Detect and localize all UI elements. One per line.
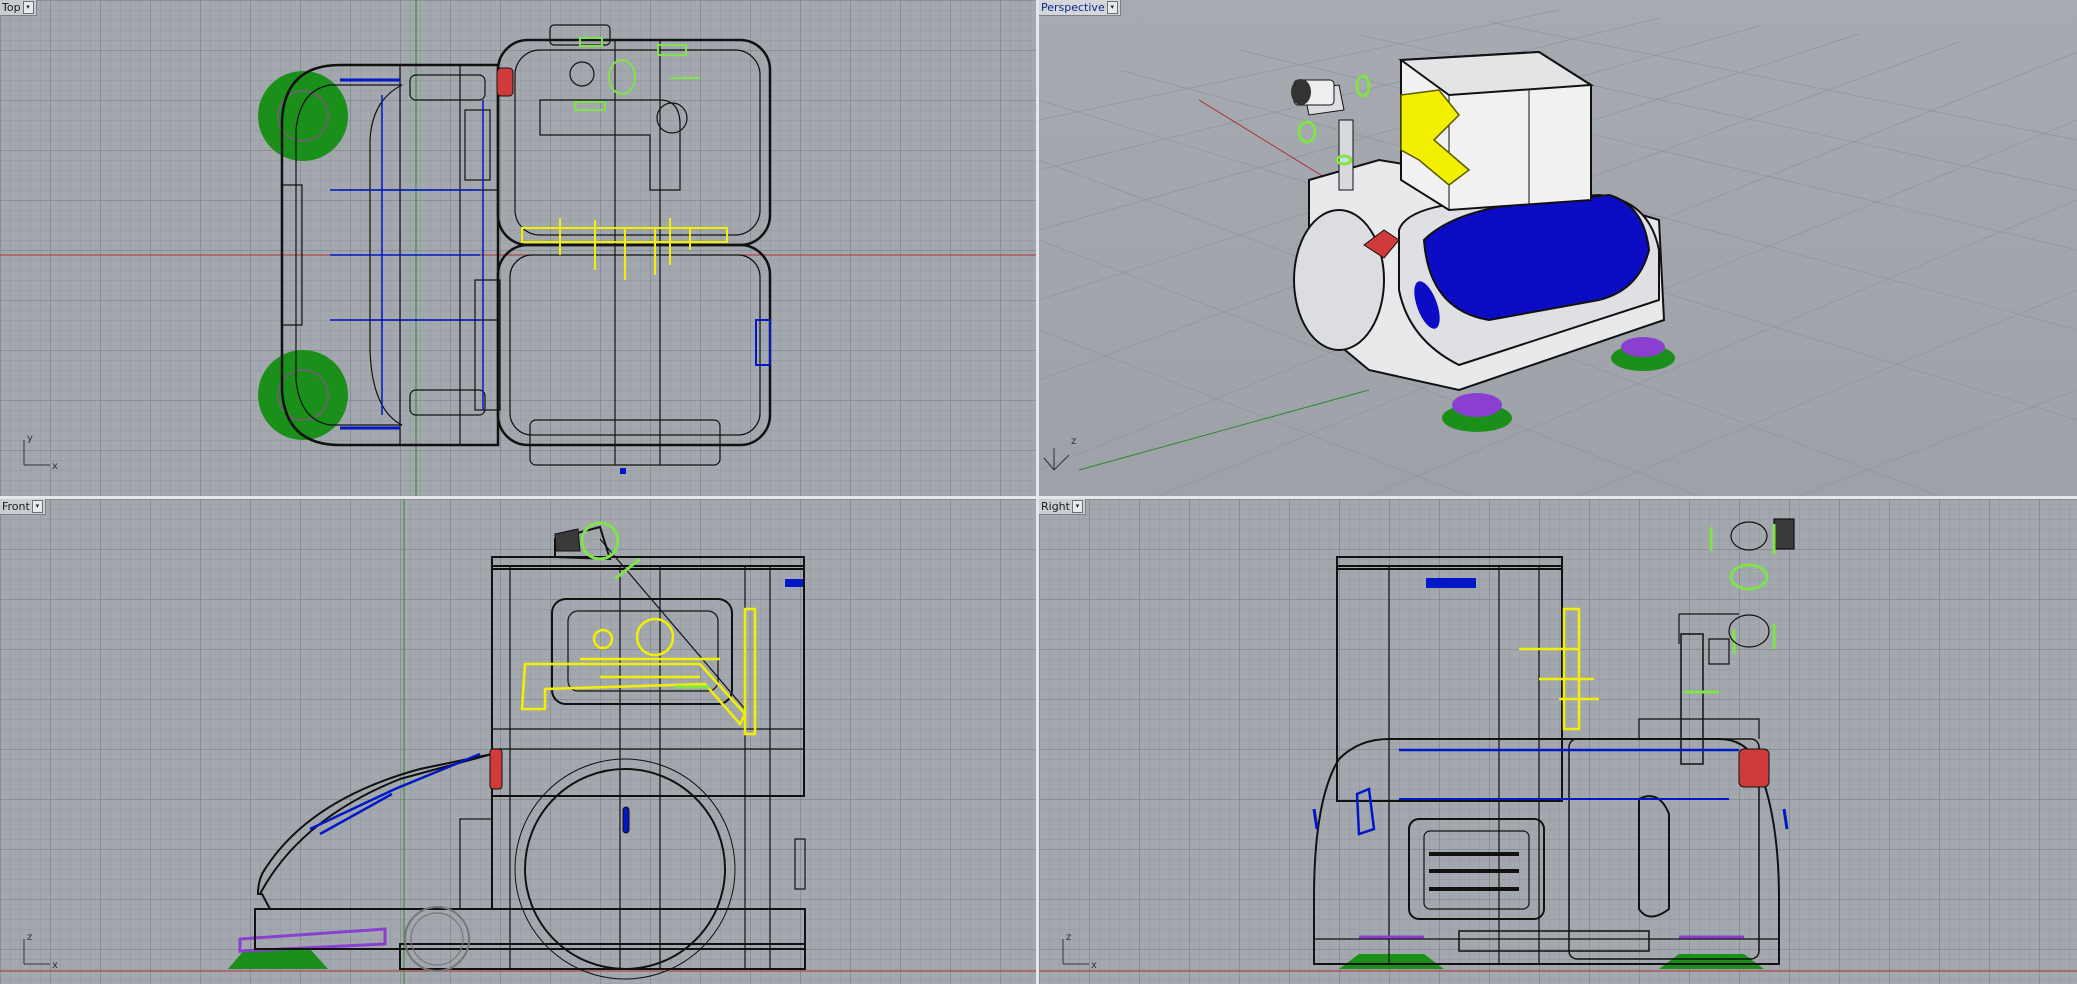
right-view-drawing: z x <box>1039 518 2077 972</box>
viewport-perspective[interactable]: Perspective ▾ z <box>1039 0 2077 496</box>
viewport-top[interactable]: Top ▾ y x <box>0 0 1036 496</box>
viewport-label-top: Top <box>2 1 21 14</box>
perspective-drawing: z <box>1039 9 2077 496</box>
svg-text:x: x <box>52 960 58 971</box>
svg-text:z: z <box>27 932 32 943</box>
viewport-label-right: Right <box>1041 500 1070 513</box>
axis-label-x: x <box>52 461 58 472</box>
viewport-tab-front[interactable]: Front ▾ <box>0 499 46 515</box>
marker <box>620 468 626 474</box>
viewport-divider-vertical[interactable] <box>1036 0 1039 984</box>
viewport-label-perspective: Perspective <box>1041 1 1105 14</box>
axis-label-z: z <box>1071 436 1076 447</box>
svg-text:z: z <box>1066 932 1071 943</box>
viewport-tab-perspective[interactable]: Perspective ▾ <box>1039 0 1121 16</box>
wheel-left-bottom <box>258 350 348 440</box>
viewport-tab-top[interactable]: Top ▾ <box>0 0 37 16</box>
chevron-down-icon[interactable]: ▾ <box>1071 500 1083 513</box>
front-view-drawing: z x <box>0 499 1036 984</box>
svg-text:x: x <box>1091 960 1097 971</box>
top-view-drawing: y x <box>0 0 1036 496</box>
viewport-front[interactable]: Front ▾ z x <box>0 499 1036 984</box>
viewport-tab-right[interactable]: Right ▾ <box>1039 499 1086 515</box>
chevron-down-icon[interactable]: ▾ <box>1106 1 1118 14</box>
viewport-right[interactable]: Right ▾ z x <box>1039 499 2077 984</box>
chevron-down-icon[interactable]: ▾ <box>31 500 43 513</box>
axis-label-y: y <box>27 433 33 444</box>
viewport-label-front: Front <box>2 500 30 513</box>
chevron-down-icon[interactable]: ▾ <box>22 1 34 14</box>
